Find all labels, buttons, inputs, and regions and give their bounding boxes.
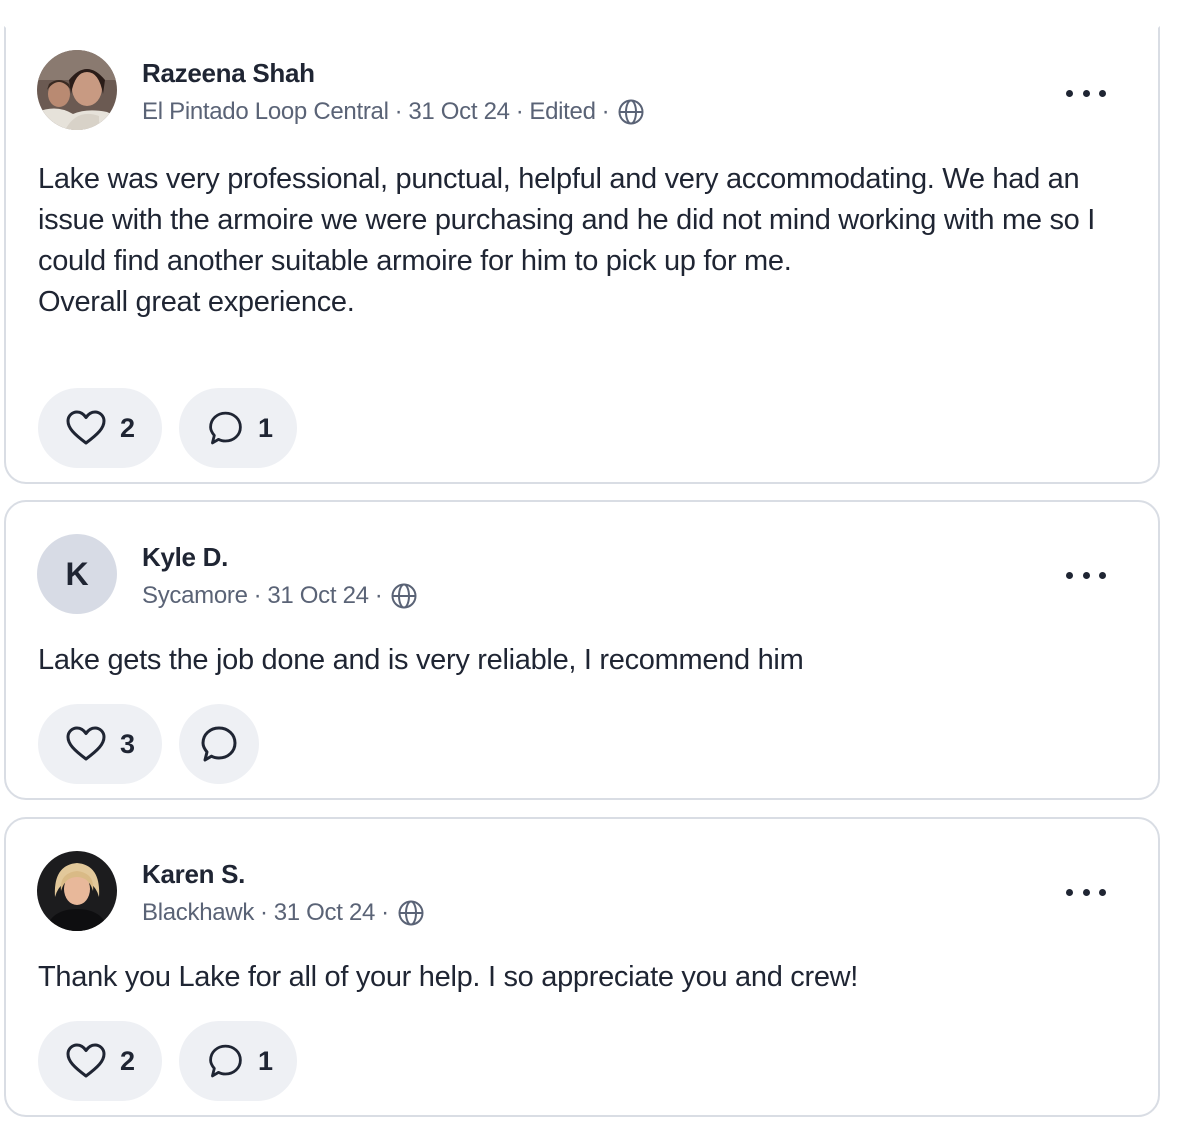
post-body: Lake was very professional, punctual, he… xyxy=(38,159,1134,323)
more-options-button[interactable] xyxy=(1066,885,1106,899)
dot xyxy=(1099,571,1106,579)
author-name[interactable]: Karen S. xyxy=(142,859,245,890)
location[interactable]: El Pintado Loop Central xyxy=(142,98,389,126)
post-card: Karen S. Blackhawk · 31 Oct 24 · Thank y… xyxy=(4,817,1160,1117)
like-count: 3 xyxy=(120,728,136,759)
dot xyxy=(1082,888,1090,896)
post-meta: Blackhawk · 31 Oct 24 · xyxy=(142,899,425,927)
separator: · xyxy=(515,98,524,125)
separator: · xyxy=(253,582,262,609)
separator: · xyxy=(394,98,403,125)
post-body: Thank you Lake for all of your help. I s… xyxy=(38,957,1134,998)
separator: · xyxy=(381,899,389,926)
dot xyxy=(1099,89,1106,97)
heart-icon xyxy=(66,1043,106,1078)
globe-icon xyxy=(391,583,417,609)
heart-icon xyxy=(66,410,106,445)
post-meta: El Pintado Loop Central · 31 Oct 24 · Ed… xyxy=(142,98,645,126)
separator: · xyxy=(260,899,268,926)
post-body-line: Lake gets the job done and is very relia… xyxy=(38,644,804,676)
avatar[interactable] xyxy=(37,50,117,130)
like-count: 2 xyxy=(120,1045,136,1076)
globe-icon xyxy=(398,900,424,926)
globe-icon xyxy=(618,99,644,125)
post-body-line: Lake was very professional, punctual, he… xyxy=(38,163,1095,277)
user-photo-avatar-icon xyxy=(37,851,117,931)
dot xyxy=(1082,571,1090,579)
location[interactable]: Blackhawk xyxy=(142,899,254,927)
post-date[interactable]: 31 Oct 24 xyxy=(274,899,376,927)
location[interactable]: Sycamore xyxy=(142,582,248,610)
like-button[interactable]: 2 xyxy=(38,388,162,468)
separator: · xyxy=(601,98,610,125)
comment-count: 1 xyxy=(257,412,273,443)
separator: · xyxy=(374,582,383,609)
author-name[interactable]: Kyle D. xyxy=(142,542,228,573)
post-card: Razeena Shah El Pintado Loop Central · 3… xyxy=(4,26,1160,484)
comment-bubble-icon xyxy=(209,411,242,445)
post-actions: 3 xyxy=(38,704,259,784)
post-date[interactable]: 31 Oct 24 xyxy=(267,582,369,610)
like-button[interactable]: 2 xyxy=(38,1021,162,1101)
dot xyxy=(1099,888,1106,896)
post-actions: 2 1 xyxy=(38,388,297,468)
heart-icon xyxy=(66,726,106,761)
post-body-line: Overall great experience. xyxy=(38,286,355,318)
post-actions: 2 1 xyxy=(38,1021,297,1101)
comment-button[interactable]: 1 xyxy=(179,1021,297,1101)
dot xyxy=(1082,89,1090,97)
comment-bubble-icon xyxy=(209,1044,242,1078)
more-options-button[interactable] xyxy=(1066,568,1106,582)
user-photo-avatar-icon xyxy=(37,50,117,130)
dot xyxy=(1066,571,1073,579)
author-name[interactable]: Razeena Shah xyxy=(142,58,315,89)
comment-count: 1 xyxy=(257,1045,273,1076)
avatar[interactable] xyxy=(37,851,117,931)
like-count: 2 xyxy=(120,412,136,443)
post-card: K Kyle D. Sycamore · 31 Oct 24 · Lake ge… xyxy=(4,500,1160,800)
avatar[interactable]: K xyxy=(37,534,117,614)
more-options-button[interactable] xyxy=(1066,86,1106,100)
post-date[interactable]: 31 Oct 24 xyxy=(408,98,510,126)
comment-button[interactable]: 1 xyxy=(179,388,297,468)
comment-button[interactable] xyxy=(179,704,259,784)
comment-bubble-icon xyxy=(201,726,237,762)
avatar-initial: K xyxy=(65,555,89,592)
like-button[interactable]: 3 xyxy=(38,704,162,784)
edited-label: Edited xyxy=(529,98,596,125)
post-body-line: Thank you Lake for all of your help. I s… xyxy=(38,961,859,993)
post-body: Lake gets the job done and is very relia… xyxy=(38,640,1134,681)
post-meta: Sycamore · 31 Oct 24 · xyxy=(142,582,418,610)
dot xyxy=(1066,888,1073,896)
dot xyxy=(1066,89,1073,97)
